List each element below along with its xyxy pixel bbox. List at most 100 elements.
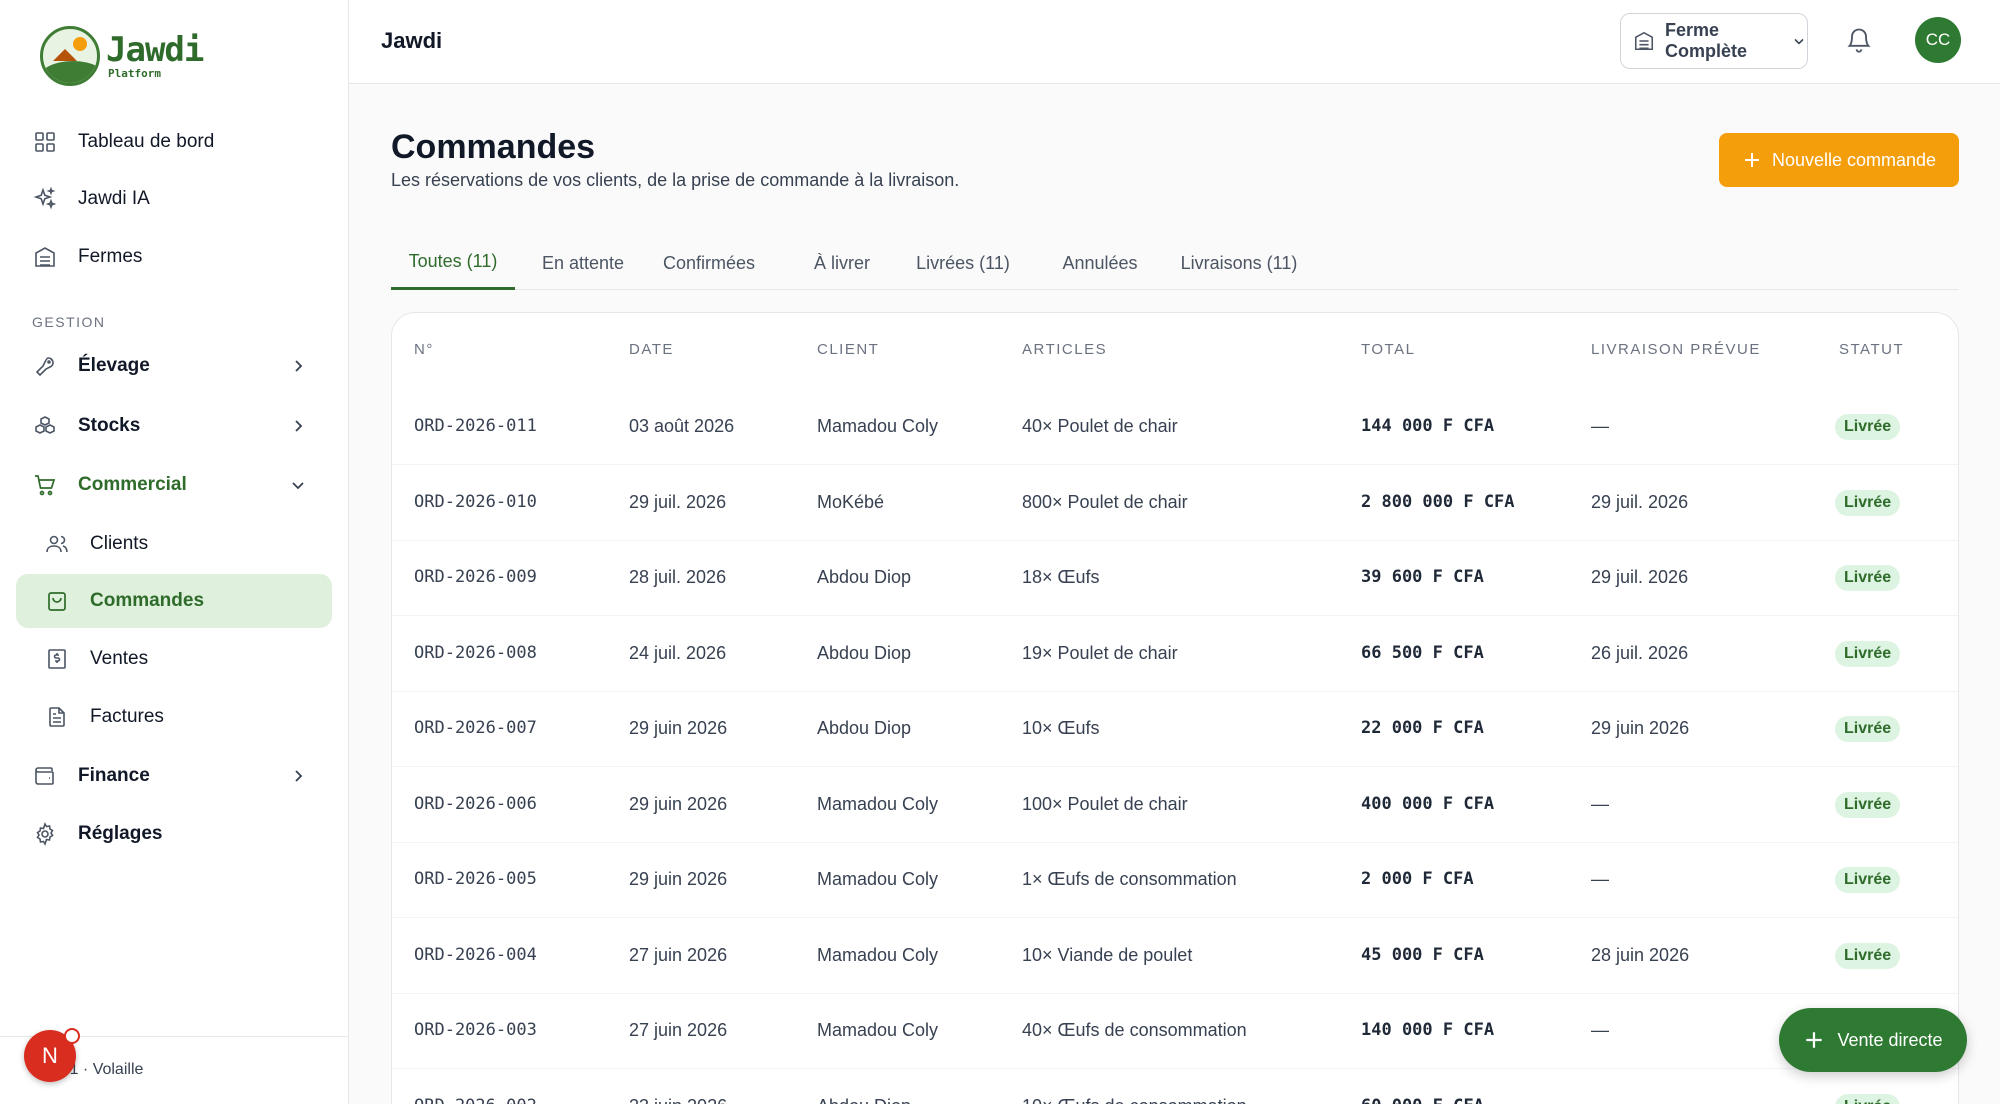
tab-toutes[interactable]: Toutes (11): [391, 236, 515, 290]
sidebar-item-label: Tableau de bord: [78, 131, 215, 152]
cell-date: 27 juin 2026: [629, 944, 728, 965]
cell-id: ORD-2026-003: [414, 1020, 537, 1040]
chevron-down-icon: [1791, 33, 1807, 49]
section-label-gestion: GESTION: [32, 314, 106, 330]
cell-client: Mamadou Coly: [817, 869, 939, 889]
receipt-icon: [44, 646, 70, 672]
status-badge: Livrée: [1835, 1093, 1901, 1104]
cell-total: 39 600 F CFA: [1361, 567, 1484, 587]
farm-logo-icon: [40, 26, 100, 86]
cell-date: 29 juin 2026: [629, 718, 728, 738]
user-avatar[interactable]: CC: [1915, 17, 1961, 63]
tab-livrees[interactable]: Livrées (11): [891, 236, 1035, 290]
sidebar-item-label: Commercial: [78, 474, 187, 495]
cell-articles: 10× Œufs: [1022, 718, 1100, 738]
farm-selector[interactable]: Ferme Complète: [1620, 13, 1808, 69]
table-row[interactable]: ORD-2026-002 23 juin 2026 Abdou Diop 10× Œu…: [392, 1070, 1958, 1104]
status-badge: Livrée: [1835, 716, 1901, 742]
status-badge: Livrée: [1835, 489, 1901, 516]
topbar: Jawdi Ferme Complète CC: [349, 0, 2000, 84]
direct-sale-button[interactable]: Vente directe: [1779, 1008, 1967, 1072]
table-row[interactable]: ORD-2026-005 29 juin 2026 Mamadou Coly 1× Œ…: [392, 843, 1958, 918]
table-row[interactable]: ORD-2026-004 27 juin 2026 Mamadou Coly 10× …: [392, 919, 1958, 994]
cell-date: 27 juin 2026: [629, 1020, 728, 1040]
notification-dot: [64, 1028, 80, 1044]
sidebar-item-commercial[interactable]: Commercial: [16, 458, 332, 512]
column-header[interactable]: STATUT: [1839, 341, 1904, 358]
sidebar-item-label: Ventes: [90, 648, 149, 669]
sidebar-item-label: Stocks: [78, 415, 141, 436]
sidebar-item-dashboard[interactable]: Tableau de bord: [16, 115, 332, 169]
column-header[interactable]: N°: [414, 341, 434, 358]
new-order-label: Nouvelle commande: [1771, 149, 1937, 170]
sidebar-item-stocks[interactable]: Stocks: [16, 399, 332, 453]
gear-icon: [32, 821, 58, 847]
tab-livraisons[interactable]: Livraisons (11): [1159, 236, 1319, 290]
cell-id: ORD-2026-006: [414, 793, 537, 814]
file-icon: [44, 704, 70, 730]
column-header[interactable]: DATE: [629, 341, 674, 358]
table-row[interactable]: ORD-2026-003 27 juin 2026 Mamadou Coly 40× …: [392, 994, 1958, 1069]
cell-id: ORD-2026-005: [414, 869, 537, 889]
cell-total: 45 000 F CFA: [1361, 944, 1484, 965]
sidebar-item-fermes[interactable]: Fermes: [16, 230, 332, 284]
sidebar-item-commandes[interactable]: Commandes: [16, 574, 332, 628]
cell-id: ORD-2026-007: [414, 718, 537, 738]
table-row[interactable]: ORD-2026-007 29 juin 2026 Abdou Diop 10× Œu…: [392, 692, 1958, 767]
tab-en-attente[interactable]: En attente: [531, 236, 635, 290]
table-row[interactable]: ORD-2026-009 28 juil. 2026 Abdou Diop 18× Œ…: [392, 541, 1958, 616]
cell-date: 03 août 2026: [629, 416, 735, 436]
tab-a-livrer[interactable]: À livrer: [790, 236, 894, 290]
tab-confirmees[interactable]: Confirmées: [647, 236, 771, 290]
cell-delivery: 29 juil. 2026: [1591, 567, 1689, 587]
bell-icon[interactable]: [1845, 26, 1873, 54]
sidebar-item-label: Finance: [78, 765, 150, 786]
cell-date: 29 juin 2026: [629, 793, 728, 814]
building-icon: [32, 244, 58, 270]
cell-client: MoKébé: [817, 491, 885, 512]
table-row[interactable]: ORD-2026-006 29 juin 2026 Mamadou Coly 100×…: [392, 768, 1958, 843]
cell-total: 144 000 F CFA: [1361, 416, 1495, 436]
cell-total: 400 000 F CFA: [1361, 793, 1495, 814]
column-header[interactable]: TOTAL: [1361, 341, 1415, 358]
page-subtitle: Les réservations de vos clients, de la p…: [391, 170, 960, 190]
order-tabs: Toutes (11) En attente Confirmées À livr…: [391, 236, 1959, 290]
sidebar-item-label: Fermes: [78, 246, 143, 267]
tab-annulees[interactable]: Annulées: [1048, 236, 1152, 290]
cell-delivery: —: [1591, 869, 1609, 889]
column-header[interactable]: LIVRAISON PRÉVUE: [1591, 341, 1761, 358]
users-icon: [44, 531, 70, 557]
table-row[interactable]: ORD-2026-010 29 juil. 2026 MoKébé 800× Poul…: [392, 466, 1958, 541]
cell-articles: 800× Poulet de chair: [1022, 491, 1188, 512]
ring-icon: [32, 353, 58, 379]
plus-icon: [1742, 150, 1762, 170]
cell-date: 24 juil. 2026: [629, 642, 727, 663]
sidebar-item-reglages[interactable]: Réglages: [16, 807, 332, 861]
cart-icon: [32, 472, 58, 498]
sidebar-item-finance[interactable]: Finance: [16, 749, 332, 803]
status-badge: Livrée: [1835, 640, 1901, 667]
cell-total: 2 800 000 F CFA: [1361, 491, 1515, 512]
new-order-button[interactable]: Nouvelle commande: [1719, 133, 1959, 187]
sidebar-item-jawdi-ia[interactable]: Jawdi IA: [16, 172, 332, 226]
sidebar-item-ventes[interactable]: Ventes: [16, 632, 332, 686]
sidebar-item-elevage[interactable]: Élevage: [16, 339, 332, 393]
cell-date: 28 juil. 2026: [629, 567, 727, 587]
column-header[interactable]: ARTICLES: [1022, 341, 1107, 358]
notification-avatar[interactable]: N: [24, 1028, 80, 1082]
table-row[interactable]: ORD-2026-011 03 août 2026 Mamadou Coly 40× …: [392, 390, 1958, 465]
sidebar-item-clients[interactable]: Clients: [16, 517, 332, 571]
sidebar-item-factures[interactable]: Factures: [16, 690, 332, 744]
chevron-right-icon: [288, 416, 308, 436]
cell-delivery: 28 juin 2026: [1591, 944, 1690, 965]
table-row[interactable]: ORD-2026-008 24 juil. 2026 Abdou Diop 19× P…: [392, 617, 1958, 692]
avatar-initial: N: [42, 1043, 58, 1068]
brand-name: Jawdi: [106, 29, 204, 70]
user-initials: CC: [1925, 30, 1951, 49]
column-header[interactable]: CLIENT: [817, 341, 879, 358]
chevron-right-icon: [288, 766, 308, 786]
main-content: Jawdi Ferme Complète CC Commandes Les ré…: [349, 0, 2000, 1104]
brand-logo[interactable]: Jawdi Platform: [40, 26, 204, 86]
status-badge: Livrée: [1835, 942, 1901, 969]
boxes-icon: [32, 413, 58, 439]
